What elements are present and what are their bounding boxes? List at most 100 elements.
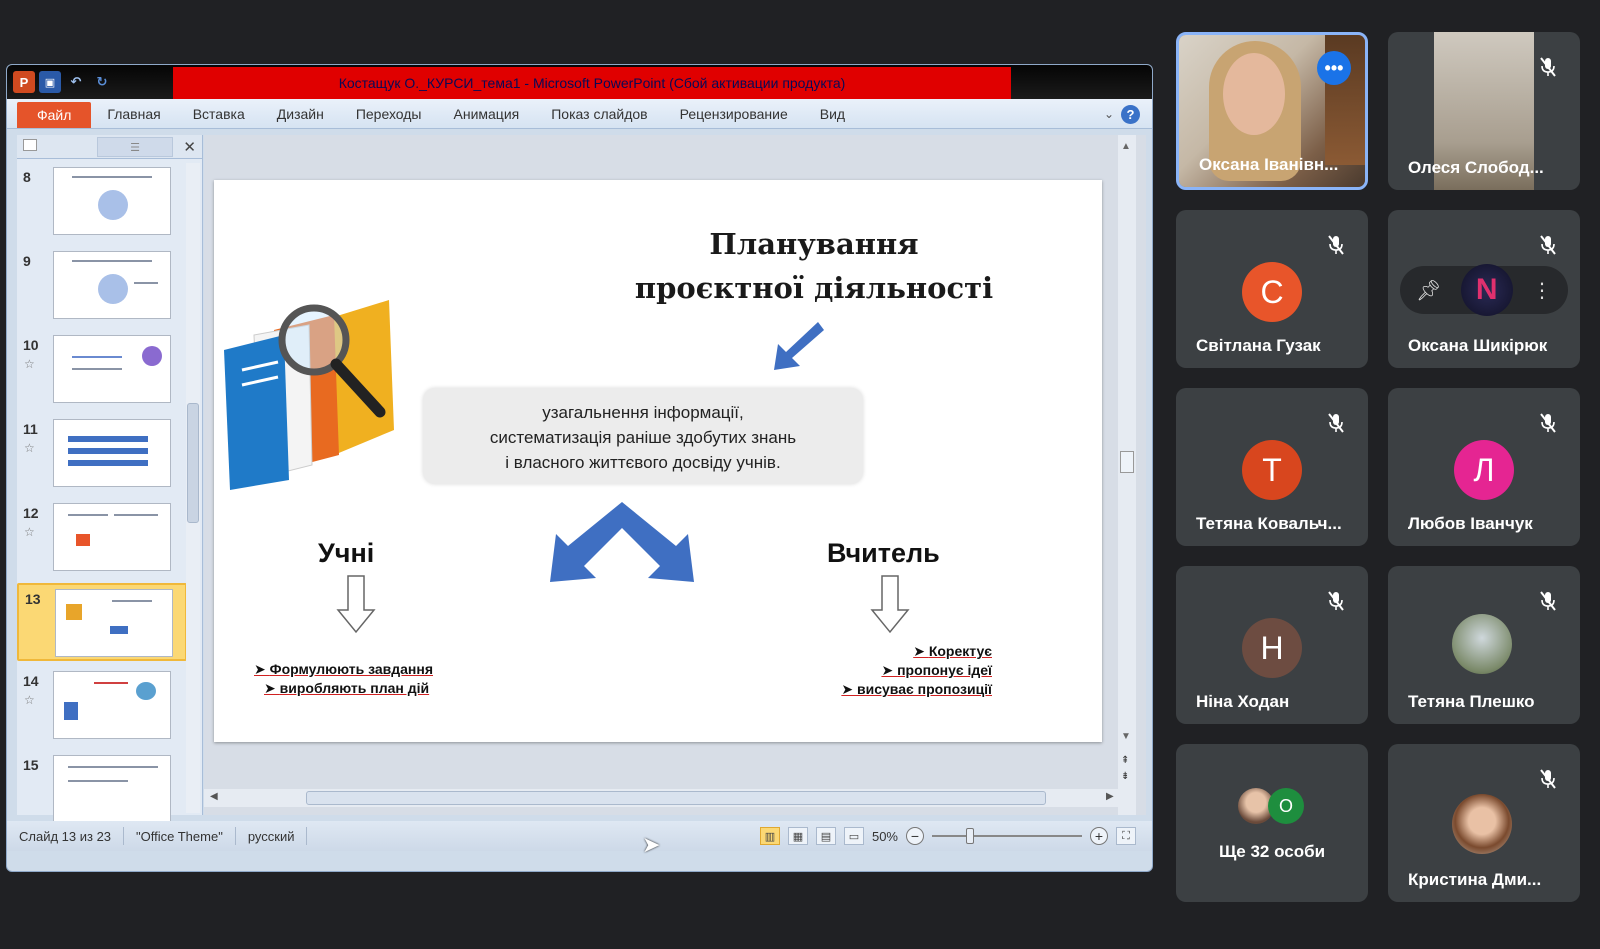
participant-tile-olesya[interactable]: Олеся Слобод... xyxy=(1388,32,1580,190)
next-slide-icon[interactable]: ⇟ xyxy=(1121,771,1129,782)
outline-tab-icon[interactable]: ☰ xyxy=(97,137,173,157)
pane-scrollbar[interactable] xyxy=(186,163,200,813)
mic-off-icon xyxy=(1540,235,1556,255)
participant-name: Тетяна Плешко xyxy=(1408,692,1535,711)
avatar xyxy=(1452,614,1512,674)
horizontal-scrollbar[interactable]: ◀ ▶ xyxy=(204,789,1124,807)
powerpoint-app-icon[interactable]: P xyxy=(13,71,35,93)
mic-off-icon xyxy=(1540,769,1556,789)
participant-name: Оксана Шикірюк xyxy=(1408,336,1548,355)
more-vert-icon[interactable]: ⋮ xyxy=(1532,278,1552,303)
slide-thumbnail-11[interactable]: 11 ☆ xyxy=(17,415,187,493)
theme-name[interactable]: "Office Theme" xyxy=(124,827,236,845)
participant-tile-liubov[interactable]: Л Любов Іванчук xyxy=(1388,388,1580,546)
tab-design[interactable]: Дизайн xyxy=(261,99,340,128)
current-slide[interactable]: Планування проєктної діяльності узагальн… xyxy=(214,180,1102,742)
avatar: О xyxy=(1268,788,1304,824)
arrow-down-left-icon xyxy=(774,322,824,370)
ribbon: Файл Главная Вставка Дизайн Переходы Ани… xyxy=(7,99,1152,129)
more-options-icon[interactable]: ••• xyxy=(1317,51,1351,85)
participant-tile-oksana-ivanivna[interactable]: ••• Оксана Іванівн... xyxy=(1176,32,1368,190)
participant-tile-tetiana-pleshko[interactable]: Тетяна Плешко xyxy=(1388,566,1580,724)
chevron-down-icon[interactable]: ⌄ xyxy=(1104,107,1114,121)
others-count: Ще 32 особи xyxy=(1218,842,1326,861)
slides-tab-icon[interactable] xyxy=(23,139,37,151)
scroll-up-icon[interactable]: ▲ xyxy=(1121,141,1131,152)
meet-screen: P ▣ ↶ ↻ Костащук О._КУРСИ_тема1 - Micros… xyxy=(0,0,1600,949)
avatar: Л xyxy=(1454,440,1514,500)
vertical-scrollbar[interactable]: ▲ ▼ ⇞ ⇟ xyxy=(1118,135,1136,815)
teacher-bullets: Коректує пропонує ідеї висуває пропозиці… xyxy=(812,642,992,699)
avatar: N xyxy=(1460,264,1513,316)
help-icon[interactable]: ? xyxy=(1121,105,1140,124)
slide-thumbnail-12[interactable]: 12 ☆ xyxy=(17,499,187,577)
undo-icon[interactable]: ↶ xyxy=(65,71,87,93)
tab-review[interactable]: Рецензирование xyxy=(664,99,804,128)
tab-view[interactable]: Вид xyxy=(804,99,861,128)
slide-thumbnail-9[interactable]: 9 xyxy=(17,247,187,325)
avatar: Т xyxy=(1242,440,1302,500)
pupils-label: Учні xyxy=(318,538,375,568)
zoom-slider-knob[interactable] xyxy=(965,828,974,844)
horizontal-scroll-thumb[interactable] xyxy=(306,791,1046,805)
slide-thumbnail-10[interactable]: 10 ☆ xyxy=(17,331,187,409)
vertical-scroll-thumb[interactable] xyxy=(1120,451,1134,473)
language-indicator[interactable]: русский xyxy=(236,827,308,845)
close-icon[interactable]: ✕ xyxy=(183,138,196,156)
normal-view-icon[interactable]: ▥ xyxy=(759,827,780,845)
participant-tile-svitlana[interactable]: С Світлана Гузак xyxy=(1176,210,1368,368)
tab-slideshow[interactable]: Показ слайдов xyxy=(535,99,663,128)
participant-tile-tetiana-kovalch[interactable]: Т Тетяна Ковальч... xyxy=(1176,388,1368,546)
slide-counter: Слайд 13 из 23 xyxy=(7,827,125,845)
slide-thumbnail-15[interactable]: 15 xyxy=(17,751,187,829)
previous-slide-icon[interactable]: ⇞ xyxy=(1121,755,1129,766)
fit-to-window-icon[interactable]: ⛶ xyxy=(1116,827,1136,845)
mouse-pointer-icon: ➤ xyxy=(642,832,661,857)
zoom-in-icon[interactable]: + xyxy=(1090,827,1108,845)
scroll-right-icon[interactable]: ▶ xyxy=(1106,791,1114,802)
pane-scroll-thumb[interactable] xyxy=(187,403,199,523)
pupils-bullets: Формулюють завдання виробляють план дій xyxy=(254,660,433,698)
mic-off-icon xyxy=(1328,235,1344,255)
participant-name: Олеся Слобод... xyxy=(1408,158,1544,177)
star-icon: ☆ xyxy=(24,693,35,707)
tab-insert[interactable]: Вставка xyxy=(177,99,261,128)
quick-access-toolbar: P ▣ ↶ ↻ xyxy=(13,71,113,93)
zoom-out-icon[interactable]: − xyxy=(906,827,924,845)
powerpoint-window: P ▣ ↶ ↻ Костащук О._КУРСИ_тема1 - Micros… xyxy=(6,64,1153,872)
participant-tile-nina[interactable]: Н Ніна Ходан xyxy=(1176,566,1368,724)
participant-tile-krystyna[interactable]: Кристина Дми... xyxy=(1388,744,1580,902)
avatar: С xyxy=(1242,262,1302,322)
slide-thumbnail-14[interactable]: 14 ☆ xyxy=(17,667,187,745)
slide-thumbnail-8[interactable]: 8 xyxy=(17,163,187,241)
slideshow-icon[interactable]: ▭ xyxy=(843,827,864,845)
zoom-slider[interactable] xyxy=(932,828,1082,844)
tab-animations[interactable]: Анимация xyxy=(438,99,536,128)
tab-transitions[interactable]: Переходы xyxy=(340,99,438,128)
participant-name: Ніна Ходан xyxy=(1196,692,1290,711)
mic-off-icon xyxy=(1540,591,1556,611)
participant-tile-others[interactable]: О Ще 32 особи xyxy=(1176,744,1368,902)
view-zoom-controls: ▥ ▦ ▤ ▭ 50% − + ⛶ xyxy=(759,827,1136,845)
tab-file[interactable]: Файл xyxy=(17,101,92,128)
redo-icon[interactable]: ↻ xyxy=(91,71,113,93)
teacher-label: Вчитель xyxy=(827,538,940,568)
tab-home[interactable]: Главная xyxy=(91,99,176,128)
slide-sorter-icon[interactable]: ▦ xyxy=(787,827,808,845)
arrow-down-outline-icon xyxy=(336,575,376,634)
tile-hover-controls: 📌︎ N ⋮ xyxy=(1400,264,1568,316)
pin-icon[interactable]: 📌︎ xyxy=(1416,278,1441,303)
reading-view-icon[interactable]: ▤ xyxy=(815,827,836,845)
mic-off-icon xyxy=(1540,57,1556,77)
star-icon: ☆ xyxy=(24,441,35,455)
participant-tile-oksana-shykiriuk[interactable]: 📌︎ N ⋮ Оксана Шикірюк xyxy=(1388,210,1580,368)
scroll-left-icon[interactable]: ◀ xyxy=(210,791,218,802)
participant-name: Оксана Іванівн... xyxy=(1199,155,1339,174)
title-bar: P ▣ ↶ ↻ Костащук О._КУРСИ_тема1 - Micros… xyxy=(7,65,1152,99)
zoom-level[interactable]: 50% xyxy=(872,829,898,844)
folder-magnifier-image xyxy=(224,300,394,490)
slide-thumbnail-13[interactable]: 13 xyxy=(17,583,187,661)
scroll-down-icon[interactable]: ▼ xyxy=(1121,731,1131,742)
save-icon[interactable]: ▣ xyxy=(39,71,61,93)
avatar xyxy=(1452,794,1512,854)
